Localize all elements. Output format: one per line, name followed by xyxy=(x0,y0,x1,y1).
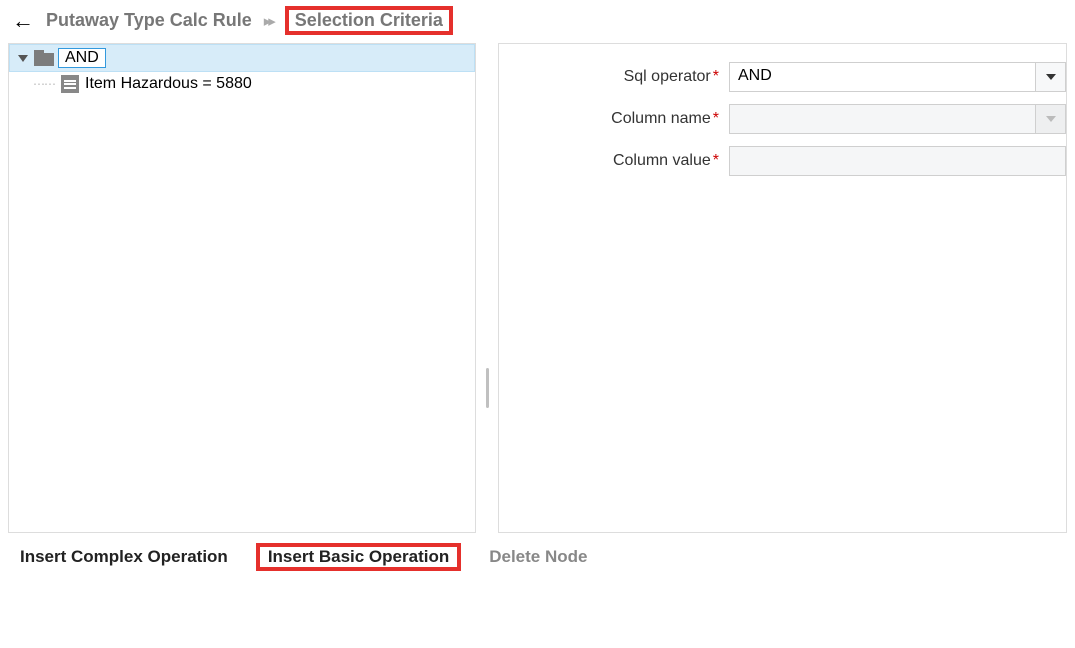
column-name-value xyxy=(730,105,1035,133)
sql-operator-label: Sql operator* xyxy=(499,68,729,86)
column-name-select[interactable] xyxy=(729,104,1066,134)
folder-icon xyxy=(34,50,54,66)
tree-child-node[interactable]: ⋯⋯ Item Hazardous = 5880 xyxy=(9,72,475,96)
tree-root-label: AND xyxy=(58,48,106,68)
chevron-down-icon xyxy=(1046,116,1056,122)
column-name-label: Column name* xyxy=(499,110,729,128)
insert-basic-operation-button[interactable]: Insert Basic Operation xyxy=(260,541,457,572)
column-name-dropdown-button[interactable] xyxy=(1035,105,1065,133)
tree-child-label: Item Hazardous = 5880 xyxy=(85,75,252,93)
criteria-tree-panel: AND ⋯⋯ Item Hazardous = 5880 xyxy=(8,43,476,533)
content-area: AND ⋯⋯ Item Hazardous = 5880 Sql operato… xyxy=(0,43,1075,533)
breadcrumb-current-highlight: Selection Criteria xyxy=(285,6,453,35)
splitter-handle[interactable] xyxy=(484,43,490,533)
sql-operator-dropdown-button[interactable] xyxy=(1035,63,1065,91)
criteria-form-panel: Sql operator* AND Column name* xyxy=(498,43,1067,533)
action-bar: Insert Complex Operation Insert Basic Op… xyxy=(0,533,1075,581)
delete-node-button: Delete Node xyxy=(481,541,595,573)
breadcrumb-parent[interactable]: Putaway Type Calc Rule xyxy=(46,10,252,31)
sql-operator-row: Sql operator* AND xyxy=(499,62,1066,92)
tree-collapse-icon[interactable] xyxy=(18,55,28,62)
breadcrumb-current: Selection Criteria xyxy=(289,7,449,33)
back-arrow-icon[interactable]: ← xyxy=(12,10,34,32)
sql-operator-value: AND xyxy=(730,63,1035,91)
insert-basic-highlight: Insert Basic Operation xyxy=(256,543,461,571)
column-value-label: Column value* xyxy=(499,152,729,170)
tree-connector-icon: ⋯⋯ xyxy=(33,77,55,91)
column-value-row: Column value* xyxy=(499,146,1066,176)
sql-operator-select[interactable]: AND xyxy=(729,62,1066,92)
column-value-input[interactable] xyxy=(729,146,1066,176)
tree-root-node[interactable]: AND xyxy=(9,44,475,72)
insert-complex-operation-button[interactable]: Insert Complex Operation xyxy=(12,541,236,573)
chevron-down-icon xyxy=(1046,74,1056,80)
document-icon xyxy=(61,75,79,93)
breadcrumb-separator-icon: ▸▸ xyxy=(264,12,273,30)
breadcrumb-bar: ← Putaway Type Calc Rule ▸▸ Selection Cr… xyxy=(0,0,1075,43)
column-name-row: Column name* xyxy=(499,104,1066,134)
